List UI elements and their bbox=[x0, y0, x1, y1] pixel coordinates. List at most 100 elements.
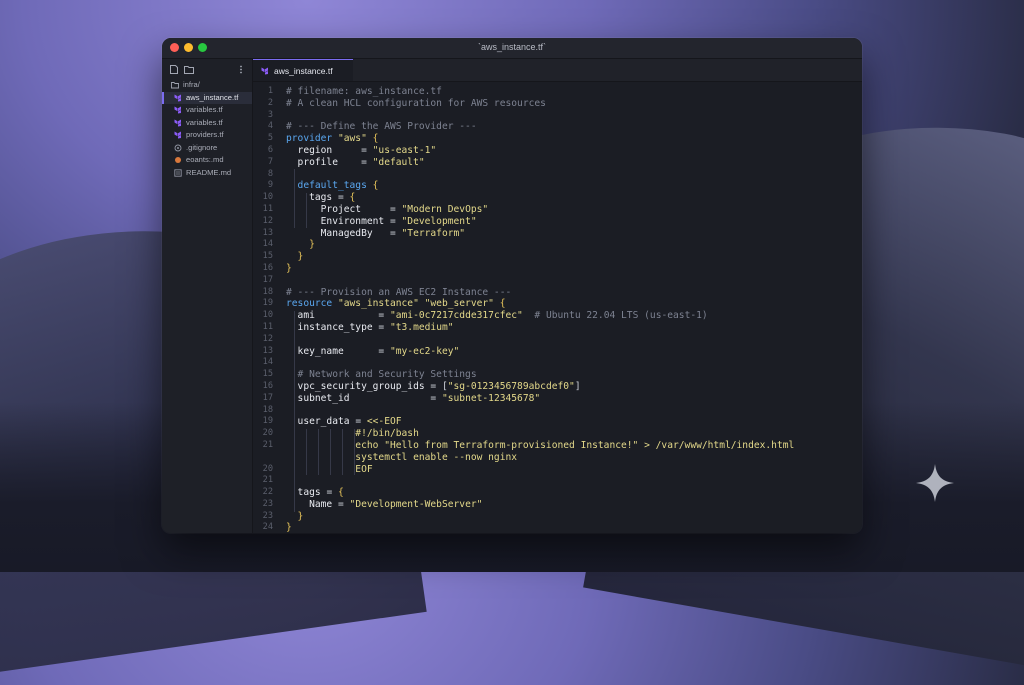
code-line[interactable]: 10 ami = "ami-0c7217cdde317cfec" # Ubunt… bbox=[253, 310, 862, 322]
line-number: 22 bbox=[262, 487, 273, 498]
code-token: Project bbox=[286, 203, 390, 215]
code-text: echo "Hello from Terraform-provisioned I… bbox=[286, 440, 794, 452]
code-line[interactable]: 2 # A clean HCL configuration for AWS res… bbox=[253, 98, 862, 110]
code-text: EOF bbox=[286, 463, 373, 476]
code-line[interactable]: 8 bbox=[253, 169, 862, 181]
code-token: { bbox=[372, 180, 379, 192]
code-token: instance_type bbox=[286, 321, 379, 333]
line-number: 11 bbox=[262, 321, 273, 332]
file-item-variables[interactable]: variables.tf bbox=[162, 104, 252, 117]
line-number: 21 bbox=[262, 439, 273, 450]
code-token: = bbox=[389, 227, 402, 239]
code-token: = bbox=[389, 203, 402, 215]
code-line[interactable]: 6 region = "us-east-1" bbox=[253, 145, 862, 157]
code-token: = bbox=[355, 416, 367, 428]
file-item-readme[interactable]: README.md bbox=[162, 167, 252, 180]
code-line[interactable]: 5 provider "aws" { bbox=[253, 133, 862, 145]
code-line[interactable]: 24} bbox=[253, 522, 862, 533]
code-line[interactable]: 11 instance_type = "t3.medium" bbox=[253, 322, 862, 334]
code-line[interactable]: 17 bbox=[253, 275, 862, 287]
code-line[interactable]: 23 } bbox=[253, 511, 862, 523]
code-line[interactable]: 16 vpc_security_group_ids = ["sg-0123456… bbox=[253, 381, 862, 393]
code-token: = bbox=[337, 192, 350, 204]
line-number: 12 bbox=[262, 215, 273, 226]
code-line[interactable]: 18 bbox=[253, 405, 862, 417]
code-line[interactable]: 11 Project = "Modern DevOps" bbox=[253, 204, 862, 216]
code-token: = bbox=[430, 392, 442, 404]
code-token: subnet_id bbox=[286, 392, 431, 404]
more-options-icon[interactable] bbox=[238, 65, 244, 74]
code-line[interactable]: 4 # --- Define the AWS Provider --- bbox=[253, 121, 862, 133]
code-text: #!/bin/bash bbox=[286, 428, 419, 440]
file-item-aws-instance[interactable]: aws_instance.tf bbox=[162, 91, 252, 104]
code-text: } bbox=[286, 522, 292, 533]
folder-infra[interactable]: infra/ bbox=[162, 79, 252, 92]
file-explorer: infra/ aws_instance.tf variables.tf vari… bbox=[162, 59, 253, 533]
code-token: profile bbox=[286, 156, 362, 168]
line-number: 14 bbox=[262, 357, 273, 368]
line-number: 1 bbox=[267, 86, 273, 96]
code-line[interactable]: 21 echo "Hello from Terraform-provisione… bbox=[253, 440, 862, 452]
file-label: eoants:.md bbox=[186, 155, 224, 164]
code-token: provider bbox=[286, 133, 338, 145]
line-number: 6 bbox=[267, 144, 273, 155]
code-line[interactable]: 9 default_tags { bbox=[253, 180, 862, 192]
code-text: provider "aws" { bbox=[286, 133, 378, 145]
code-token: Environment bbox=[286, 215, 390, 227]
code-line[interactable]: 13 ManagedBy = "Terraform" bbox=[253, 228, 862, 240]
code-line[interactable]: 20 #!/bin/bash bbox=[253, 428, 862, 440]
code-line[interactable]: 1 # filename: aws_instance.tf bbox=[253, 86, 862, 98]
code-line[interactable]: 19 resource "aws_instance" "web_server" { bbox=[253, 298, 862, 310]
code-line[interactable]: 22 tags = { bbox=[253, 487, 862, 499]
code-line[interactable]: 7 profile = "default" bbox=[253, 157, 862, 169]
code-line[interactable]: 3 bbox=[253, 110, 862, 122]
line-number: 8 bbox=[267, 168, 273, 179]
file-item-gitignore[interactable]: .gitignore bbox=[162, 142, 252, 155]
file-item-variables-2[interactable]: variables.tf bbox=[162, 117, 252, 130]
code-line[interactable]: 13 key_name = "my-ec2-key" bbox=[253, 346, 862, 358]
code-line[interactable]: 12 bbox=[253, 334, 862, 346]
new-file-icon[interactable] bbox=[169, 65, 179, 74]
code-text: ManagedBy = "Terraform" bbox=[286, 228, 465, 240]
line-number: 21 bbox=[262, 475, 273, 486]
code-line[interactable]: 19 user_data = <<-EOF bbox=[253, 416, 862, 428]
title-bar: `aws_instance.tf` bbox=[162, 38, 862, 59]
code-area[interactable]: 1 # filename: aws_instance.tf 2 # A clean H… bbox=[253, 86, 862, 533]
line-number: 2 bbox=[267, 97, 273, 108]
code-token: = bbox=[378, 321, 390, 333]
code-token: ManagedBy bbox=[286, 227, 390, 239]
code-line[interactable]: 21 bbox=[253, 475, 862, 487]
file-item-eoants[interactable]: eoants:.md bbox=[162, 154, 252, 167]
line-number: 20 bbox=[262, 428, 273, 439]
line-number: 17 bbox=[262, 274, 273, 285]
code-line[interactable]: systemctl enable --now nginx bbox=[253, 452, 862, 464]
code-line[interactable]: 15 } bbox=[253, 251, 862, 263]
code-line[interactable]: 23 Name = "Development-WebServer" bbox=[253, 499, 862, 511]
code-token: "default" bbox=[372, 156, 425, 168]
code-token: # Ubuntu 22.04 LTS (us-east-1) bbox=[522, 310, 708, 322]
code-editor[interactable]: aws_instance.tf 1 # filename: aws_instanc… bbox=[253, 59, 862, 533]
code-line[interactable]: 12 Environment = "Development" bbox=[253, 216, 862, 228]
code-line[interactable]: 17 subnet_id = "subnet-12345678" bbox=[253, 393, 862, 405]
code-line[interactable]: 16} bbox=[253, 263, 862, 275]
code-token: = bbox=[326, 487, 338, 499]
code-line[interactable]: 10 tags = { bbox=[253, 192, 862, 204]
code-token: } bbox=[286, 251, 304, 263]
new-folder-icon[interactable] bbox=[184, 65, 194, 74]
code-line[interactable]: 14 bbox=[253, 357, 862, 369]
file-item-providers[interactable]: providers.tf bbox=[162, 129, 252, 142]
line-number: 18 bbox=[262, 286, 273, 297]
code-line[interactable]: 15 # Network and Security Settings bbox=[253, 369, 862, 381]
code-line[interactable]: 18 # --- Provision an AWS EC2 Instance --… bbox=[253, 287, 862, 299]
tab-aws-instance[interactable]: aws_instance.tf bbox=[253, 59, 353, 81]
code-token: Name bbox=[286, 498, 338, 510]
code-token: } bbox=[286, 522, 292, 533]
code-line[interactable]: 14 } bbox=[253, 239, 862, 251]
code-text: # --- Define the AWS Provider --- bbox=[286, 121, 477, 133]
code-token: { bbox=[349, 192, 356, 204]
code-token: # --- Define the AWS Provider --- bbox=[286, 121, 477, 133]
code-token: } bbox=[286, 239, 315, 251]
folder-icon bbox=[171, 82, 179, 89]
code-token: EOF bbox=[286, 463, 373, 475]
code-line[interactable]: 20 EOF bbox=[253, 464, 862, 476]
